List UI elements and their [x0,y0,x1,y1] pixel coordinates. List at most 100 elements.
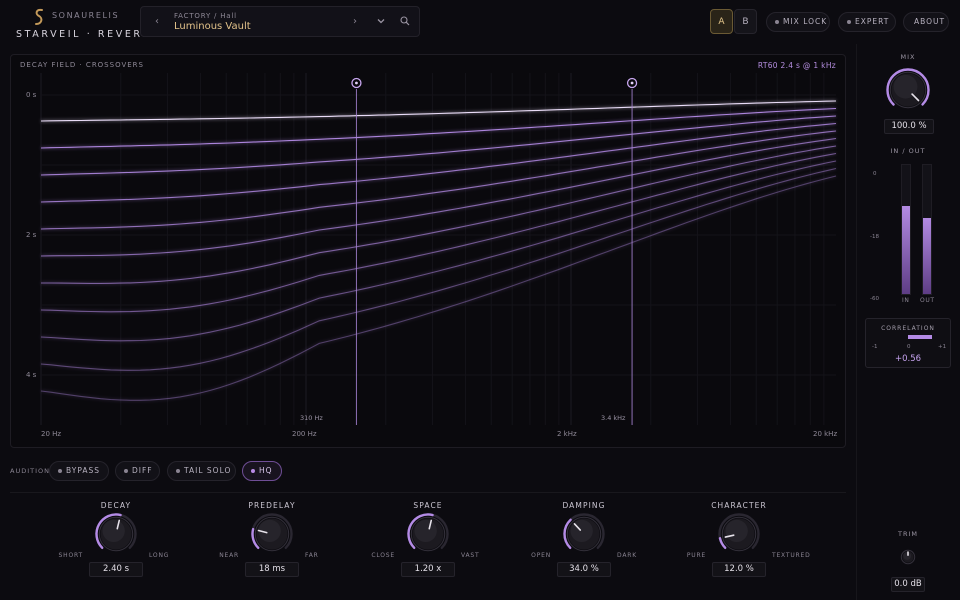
x-tick-label: 20 kHz [813,430,838,438]
tail-solo-label: TAIL SOLO [184,466,232,475]
mix-value-field[interactable]: 100.0 % [884,119,934,134]
space-value-field[interactable]: 1.20 x [401,562,455,577]
output-meter-label: OUT [920,297,935,304]
product-name: STARVEIL · REVERB [16,29,152,40]
decay-curve [40,100,837,122]
status-dot [58,469,62,473]
damping-knob[interactable] [562,512,606,556]
preset-prev-button[interactable]: ‹ [155,16,159,27]
correlation-min-label: -1 [872,344,878,350]
brand-name: SONAURELIS [52,11,120,20]
decay-curve [40,175,837,401]
search-icon[interactable] [399,15,411,27]
decay-curves [40,99,837,402]
knob-title: CHARACTER [711,501,767,510]
predelay-value-field[interactable]: 18 ms [245,562,299,577]
brand-logo: SONAURELIS STARVEIL · REVERB [14,8,149,44]
rt60-readout: RT60 2.4 s @ 1 kHz [757,61,836,70]
knob-max-label: DARK [617,552,637,559]
decay-curve-glow [41,144,837,285]
knob-min-label: SHORT [58,552,83,559]
crossover-freq-label: 3.4 kHz [601,414,626,422]
meter-scale-label: -18 [870,234,879,240]
expert-button[interactable]: EXPERT [838,12,896,32]
predelay-knob[interactable] [250,512,294,556]
correlation-meter: CORRELATION -1 0 +1 +0.56 [865,318,951,368]
brand-mark-icon [35,8,43,25]
y-tick-label: 0 s [26,91,37,99]
input-meter-label: IN [902,297,910,304]
knob-min-label: OPEN [531,552,551,559]
status-dot [251,469,255,473]
character-value-field[interactable]: 12.0 % [712,562,766,577]
ab-slot-a-button[interactable]: A [710,9,733,34]
expert-label: EXPERT [855,17,890,26]
tail-solo-button[interactable]: TAIL SOLO [167,461,236,481]
preset-selector[interactable]: ‹ FACTORY / Hall Luminous Vault › [140,6,420,37]
output-level-fill [923,217,931,294]
character-knob[interactable] [717,512,761,556]
about-button[interactable]: ABOUT [903,12,949,32]
knob-min-label: CLOSE [371,552,395,559]
status-dot [775,20,779,24]
knob-highlight [414,519,437,543]
chevron-down-icon[interactable] [375,15,387,27]
correlation-max-label: +1 [938,344,947,350]
decay-value-field[interactable]: 2.40 s [89,562,143,577]
mix-lock-label: MIX LOCK [783,17,828,26]
damping-knob-group: DAMPING OPEN DARK 34.0 % [531,498,637,578]
decay-field-graph[interactable]: DECAY FIELD · CROSSOVERS RT60 2.4 s @ 1 … [10,54,846,448]
preset-name: Luminous Vault [174,21,251,32]
trim-knob[interactable] [896,545,920,569]
input-level-fill [902,206,910,294]
diff-button[interactable]: DIFF [115,461,160,481]
status-dot [176,469,180,473]
x-tick-label: 20 Hz [41,430,62,438]
knob-max-label: LONG [149,552,170,559]
knob-highlight [903,551,912,560]
knob-title: DECAY [100,501,132,510]
space-knob[interactable] [406,512,450,556]
meter-scale-label: -60 [870,296,879,302]
hq-button[interactable]: HQ [242,461,282,481]
input-level-meter [901,164,911,295]
damping-value-field[interactable]: 34.0 % [557,562,611,577]
section-divider [10,492,846,493]
correlation-value: +0.56 [894,354,922,364]
mix-knob[interactable] [885,67,931,113]
graph-title: DECAY FIELD · CROSSOVERS [20,61,144,69]
correlation-bar [908,335,932,339]
predelay-knob-group: PREDELAY NEAR FAR 18 ms [219,498,322,578]
knob-title: DAMPING [562,501,606,510]
decay-curve-glow [40,174,837,402]
mix-lock-button[interactable]: MIX LOCK [766,12,830,32]
preset-bank: FACTORY / Hall [174,12,237,20]
knob-max-label: FAR [305,552,319,559]
bypass-button[interactable]: BYPASS [49,461,109,481]
crossover-handle-dot [630,81,634,85]
x-tick-label: 2 kHz [557,430,577,438]
knob-highlight [725,519,748,543]
crossover-handle-dot [355,81,358,85]
character-knob-group: CHARACTER PURE TEXTURED 12.0 % [687,498,810,578]
status-dot [124,469,128,473]
correlation-title: CORRELATION [881,325,935,332]
decay-knob[interactable] [94,512,138,556]
ab-slot-b-button[interactable]: B [734,9,757,34]
knob-highlight [102,519,125,543]
output-level-meter [922,164,932,295]
x-tick-label: 200 Hz [292,430,317,438]
preset-next-button[interactable]: › [353,16,357,27]
status-dot [847,20,851,24]
io-meter-title: IN / OUT [890,147,926,155]
meter-scale-label: 0 [873,171,877,177]
trim-value-field[interactable]: 0.0 dB [891,577,925,592]
knob-min-label: NEAR [219,552,239,559]
about-label: ABOUT [914,17,946,26]
mix-title: MIX [900,53,916,61]
y-tick-label: 2 s [26,231,37,239]
crossover-freq-label: 310 Hz [300,414,323,422]
hq-label: HQ [259,466,273,475]
decay-curves-plot[interactable] [11,55,846,448]
knob-title: PREDELAY [248,501,296,510]
